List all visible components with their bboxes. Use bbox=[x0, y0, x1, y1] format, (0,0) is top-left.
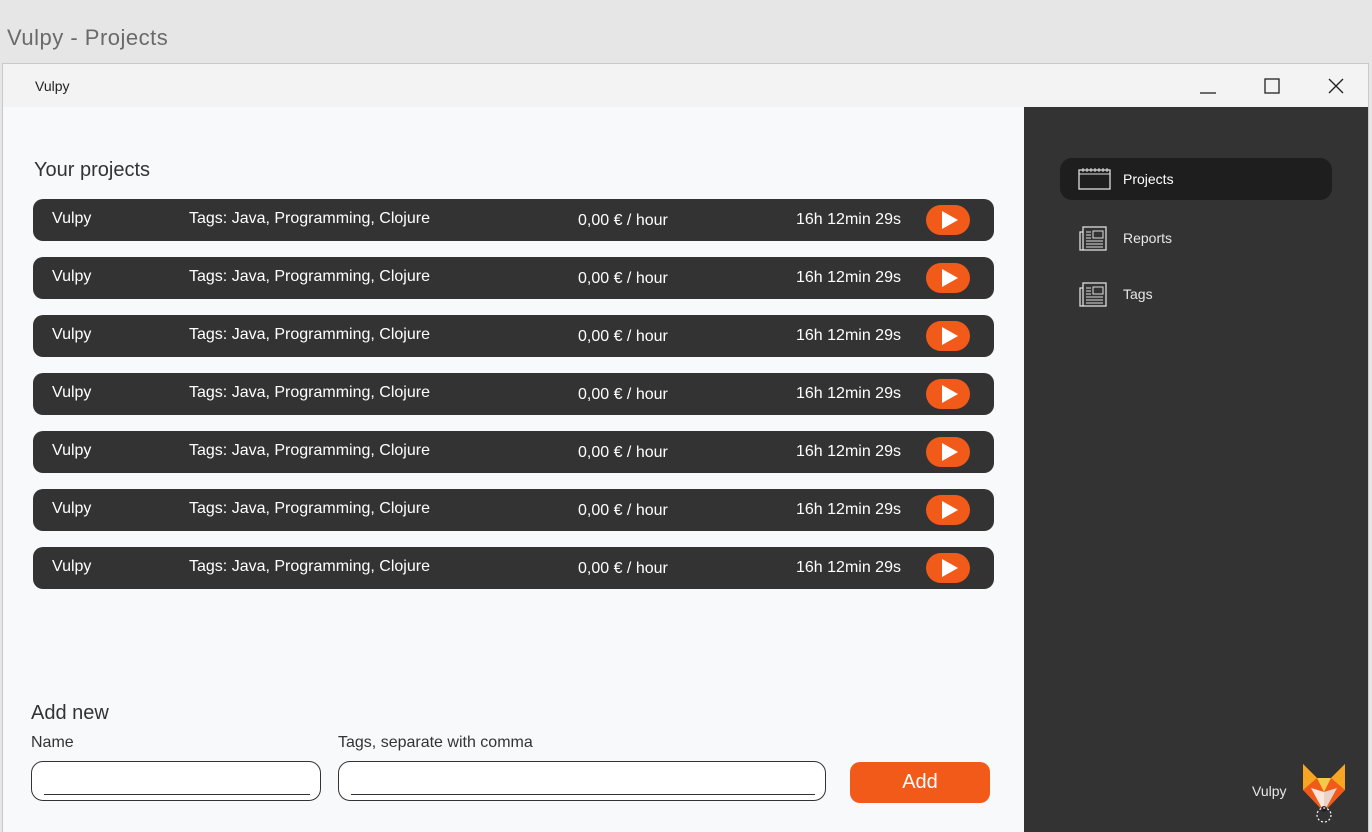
play-button[interactable] bbox=[926, 321, 970, 351]
project-rate: 0,00 € / hour bbox=[578, 560, 668, 577]
play-button[interactable] bbox=[926, 379, 970, 409]
project-rate: 0,00 € / hour bbox=[578, 212, 668, 229]
play-icon bbox=[942, 559, 958, 577]
play-icon bbox=[942, 269, 958, 287]
maximize-button[interactable] bbox=[1257, 72, 1287, 100]
project-row[interactable]: Vulpy Tags: Java, Programming, Clojure 0… bbox=[33, 257, 994, 299]
name-label: Name bbox=[31, 734, 74, 751]
project-row[interactable]: Vulpy Tags: Java, Programming, Clojure 0… bbox=[33, 199, 994, 241]
play-icon bbox=[942, 385, 958, 403]
fox-logo-icon bbox=[1303, 764, 1345, 823]
project-time: 16h 12min 29s bbox=[796, 327, 901, 344]
tags-input[interactable] bbox=[351, 770, 815, 795]
project-time: 16h 12min 29s bbox=[796, 501, 901, 518]
project-row[interactable]: Vulpy Tags: Java, Programming, Clojure 0… bbox=[33, 489, 994, 531]
project-rate: 0,00 € / hour bbox=[578, 444, 668, 461]
play-icon bbox=[942, 327, 958, 345]
project-rate: 0,00 € / hour bbox=[578, 270, 668, 287]
project-name: Vulpy bbox=[52, 210, 92, 227]
app-name: Vulpy bbox=[35, 78, 70, 94]
play-button[interactable] bbox=[926, 495, 970, 525]
sidebar: Projects Reports Tags Vulpy bbox=[1024, 107, 1368, 832]
tags-label: Tags, separate with comma bbox=[338, 734, 533, 751]
play-button[interactable] bbox=[926, 205, 970, 235]
project-tags: Tags: Java, Programming, Clojure bbox=[189, 500, 430, 517]
project-tags: Tags: Java, Programming, Clojure bbox=[189, 558, 430, 575]
calendar-icon bbox=[1078, 168, 1111, 190]
play-icon bbox=[942, 443, 958, 461]
project-row[interactable]: Vulpy Tags: Java, Programming, Clojure 0… bbox=[33, 547, 994, 589]
add-new-title: Add new bbox=[31, 702, 109, 724]
project-row[interactable]: Vulpy Tags: Java, Programming, Clojure 0… bbox=[33, 431, 994, 473]
main-content: Your projects Vulpy Tags: Java, Programm… bbox=[3, 107, 1024, 832]
project-row[interactable]: Vulpy Tags: Java, Programming, Clojure 0… bbox=[33, 315, 994, 357]
newspaper-icon bbox=[1079, 282, 1107, 307]
sidebar-item-reports[interactable]: Reports bbox=[1060, 217, 1332, 259]
close-button[interactable] bbox=[1321, 72, 1351, 100]
minimize-button[interactable] bbox=[1193, 72, 1223, 100]
brand-name: Vulpy bbox=[1252, 783, 1287, 799]
title-bar[interactable]: Vulpy bbox=[3, 64, 1368, 107]
sidebar-item-label: Reports bbox=[1123, 230, 1173, 246]
project-rate: 0,00 € / hour bbox=[578, 328, 668, 345]
project-time: 16h 12min 29s bbox=[796, 443, 901, 460]
play-button[interactable] bbox=[926, 437, 970, 467]
project-time: 16h 12min 29s bbox=[796, 385, 901, 402]
sidebar-item-projects[interactable]: Projects bbox=[1060, 158, 1332, 200]
project-name: Vulpy bbox=[52, 384, 92, 401]
project-name: Vulpy bbox=[52, 500, 92, 517]
minimize-icon bbox=[1200, 92, 1216, 94]
project-name: Vulpy bbox=[52, 442, 92, 459]
project-time: 16h 12min 29s bbox=[796, 211, 901, 228]
project-time: 16h 12min 29s bbox=[796, 559, 901, 576]
maximize-icon bbox=[1264, 78, 1280, 94]
add-button[interactable]: Add bbox=[850, 762, 990, 803]
play-icon bbox=[942, 501, 958, 519]
project-tags: Tags: Java, Programming, Clojure bbox=[189, 442, 430, 459]
play-icon bbox=[942, 211, 958, 229]
name-field bbox=[31, 761, 321, 801]
sidebar-item-label: Projects bbox=[1123, 171, 1174, 187]
project-tags: Tags: Java, Programming, Clojure bbox=[189, 326, 430, 343]
project-name: Vulpy bbox=[52, 326, 92, 343]
sidebar-item-label: Tags bbox=[1123, 286, 1153, 302]
play-button[interactable] bbox=[926, 553, 970, 583]
newspaper-icon bbox=[1079, 226, 1107, 251]
project-row[interactable]: Vulpy Tags: Java, Programming, Clojure 0… bbox=[33, 373, 994, 415]
project-name: Vulpy bbox=[52, 558, 92, 575]
outer-window-title: Vulpy - Projects bbox=[7, 25, 169, 50]
project-time: 16h 12min 29s bbox=[796, 269, 901, 286]
close-icon bbox=[1328, 78, 1344, 94]
project-name: Vulpy bbox=[52, 268, 92, 285]
play-button[interactable] bbox=[926, 263, 970, 293]
project-rate: 0,00 € / hour bbox=[578, 386, 668, 403]
project-tags: Tags: Java, Programming, Clojure bbox=[189, 384, 430, 401]
project-rate: 0,00 € / hour bbox=[578, 502, 668, 519]
sidebar-item-tags[interactable]: Tags bbox=[1060, 273, 1332, 315]
tags-field bbox=[338, 761, 826, 801]
project-tags: Tags: Java, Programming, Clojure bbox=[189, 210, 430, 227]
section-title: Your projects bbox=[34, 159, 150, 181]
name-input[interactable] bbox=[44, 770, 310, 795]
app-window: Vulpy Your projects Vulpy Tags: Java, Pr… bbox=[2, 63, 1369, 832]
project-tags: Tags: Java, Programming, Clojure bbox=[189, 268, 430, 285]
